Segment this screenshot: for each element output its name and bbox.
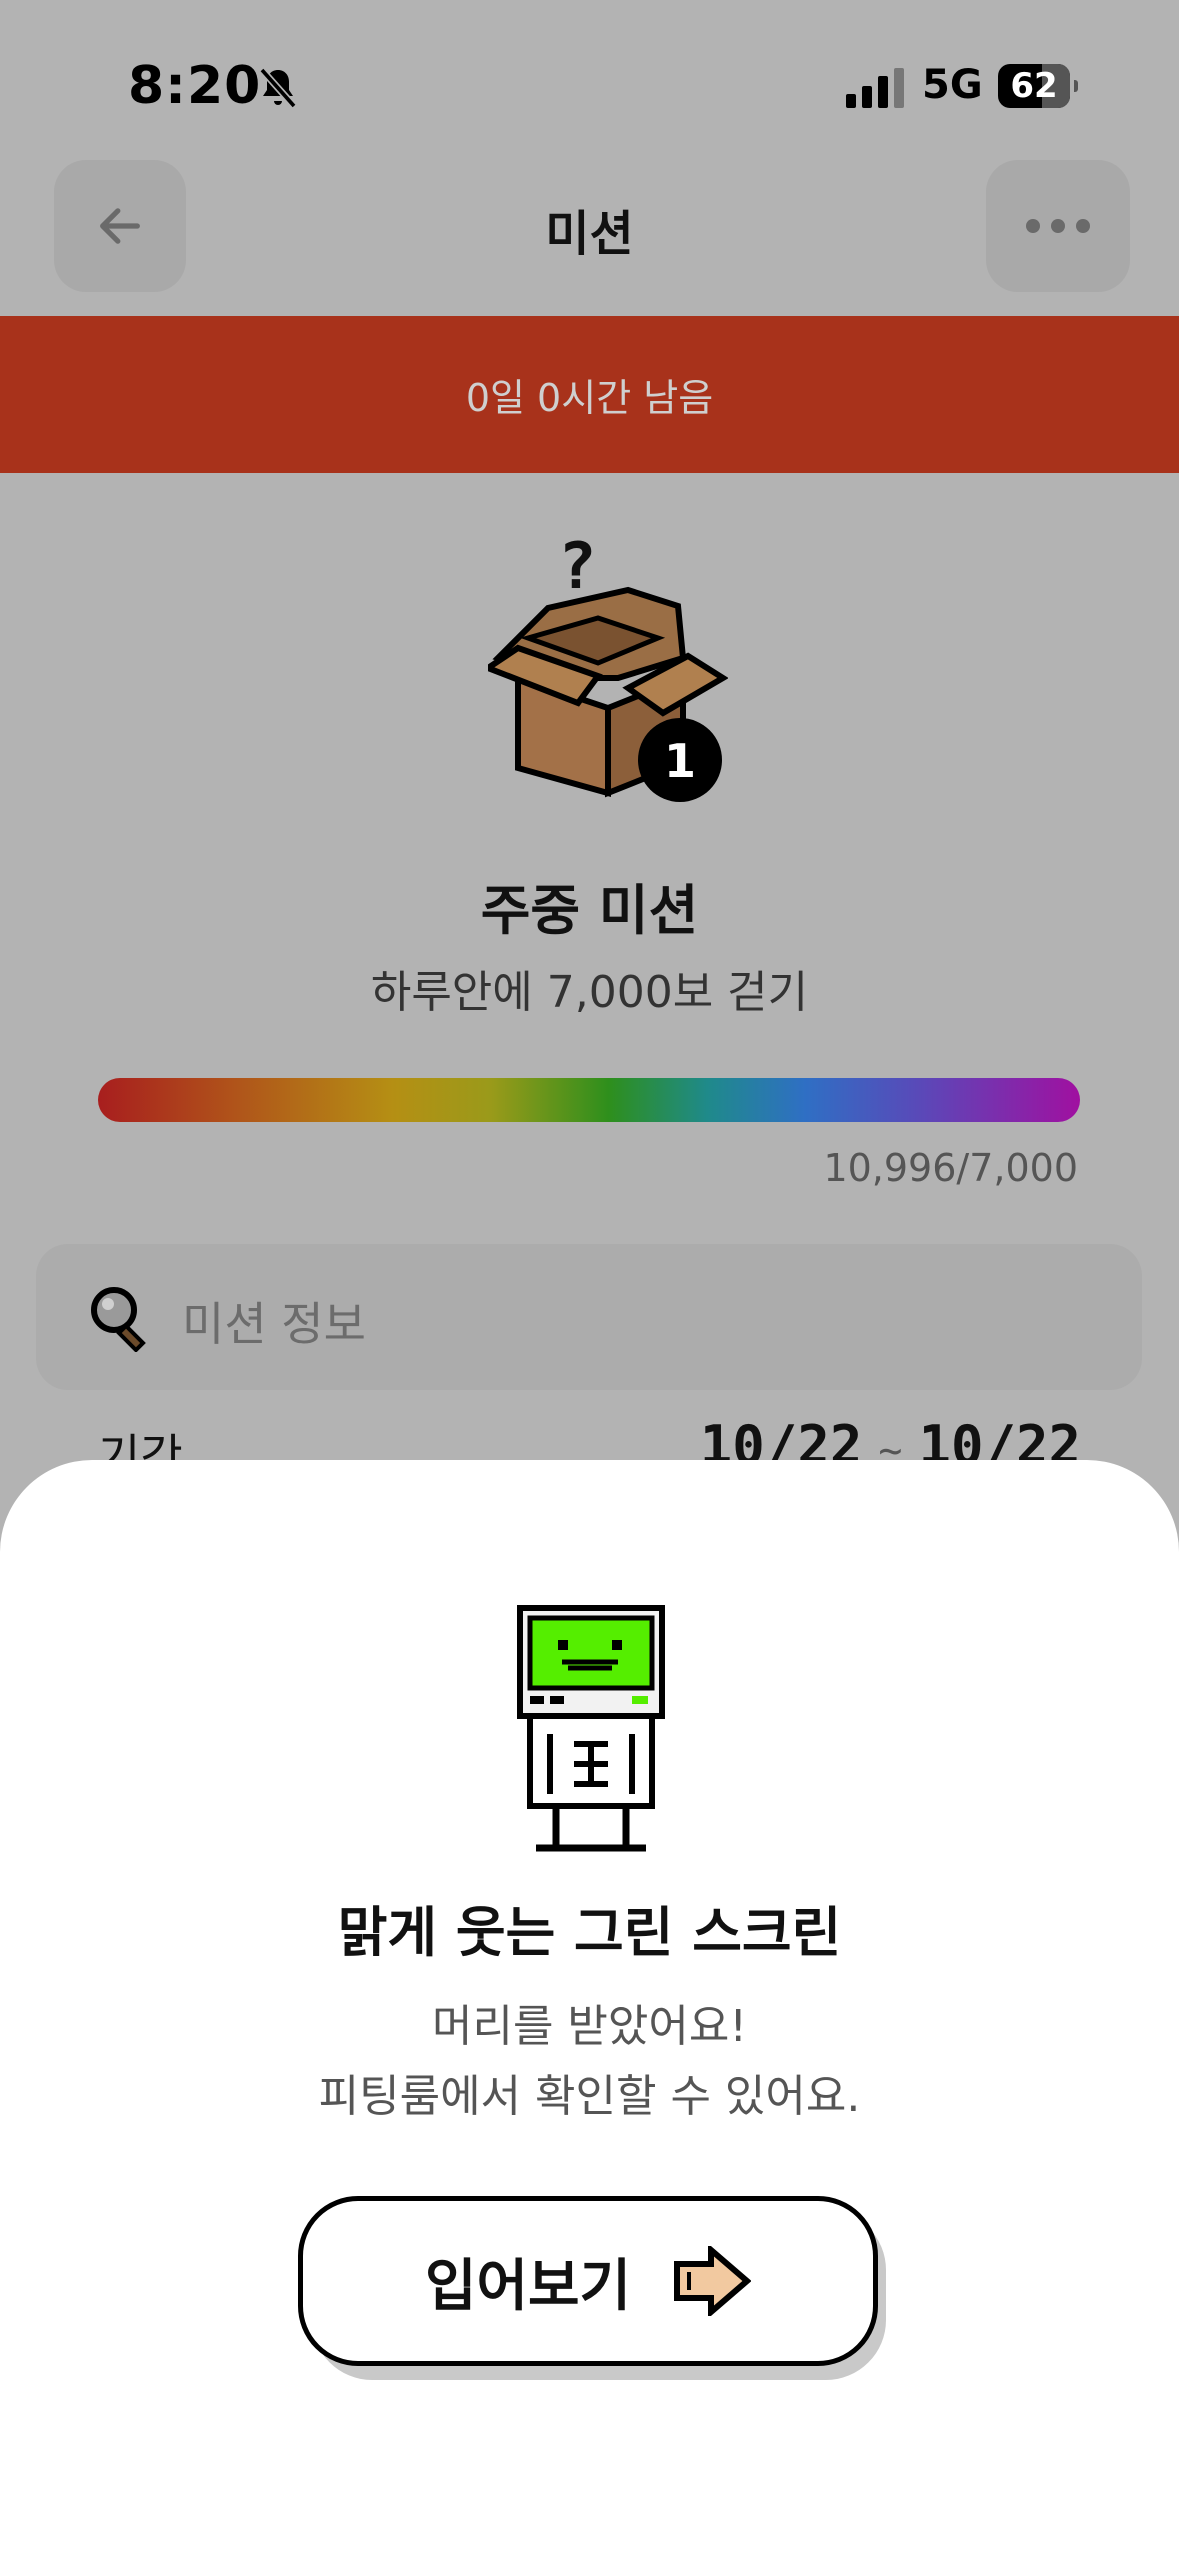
more-dots-icon [1026,219,1090,233]
try-on-button-label: 입어보기 [424,2253,632,2319]
cellular-signal-icon [846,68,904,108]
mission-title: 주중 미션 [480,879,699,942]
status-bar: 8:20 5G 62 [0,0,1179,160]
reward-message-line1: 머리를 받았어요! [432,2001,747,2052]
magnifier-icon [91,1287,146,1352]
status-time: 8:20 [128,56,262,116]
time-remaining-text: 0일 0시간 남음 [465,376,714,420]
reward-message: 머리를 받았어요! 피팅룸에서 확인할 수 있어요. [0,1992,1179,2132]
battery-icon: 62 [998,64,1078,108]
mission-description: 하루안에 7,000보 걷기 [370,967,809,1018]
time-remaining-banner: 0일 0시간 남음 [0,316,1179,473]
question-mark: ? [558,530,597,604]
more-options-button[interactable] [986,160,1130,292]
reward-title: 맑게 웃는 그린 스크린 [337,1901,842,1964]
pointing-hand-icon [674,2246,752,2316]
mission-progress-bar [98,1078,1080,1122]
network-type: 5G [922,62,983,108]
mission-progress-fill [98,1078,1080,1122]
battery-level: 62 [1010,66,1058,106]
green-screen-robot-icon [517,1605,665,1852]
bell-muted-icon [259,67,297,109]
try-on-button[interactable]: 입어보기 [298,2196,878,2366]
mission-count: 1 [664,734,696,788]
reward-message-line2: 피팅룸에서 확인할 수 있어요. [318,2071,861,2122]
mystery-box-icon: ? 1 [488,530,728,802]
mission-progress-text: 10,996/7,000 [823,1146,1078,1190]
mission-info-label: 미션 정보 [182,1297,366,1351]
